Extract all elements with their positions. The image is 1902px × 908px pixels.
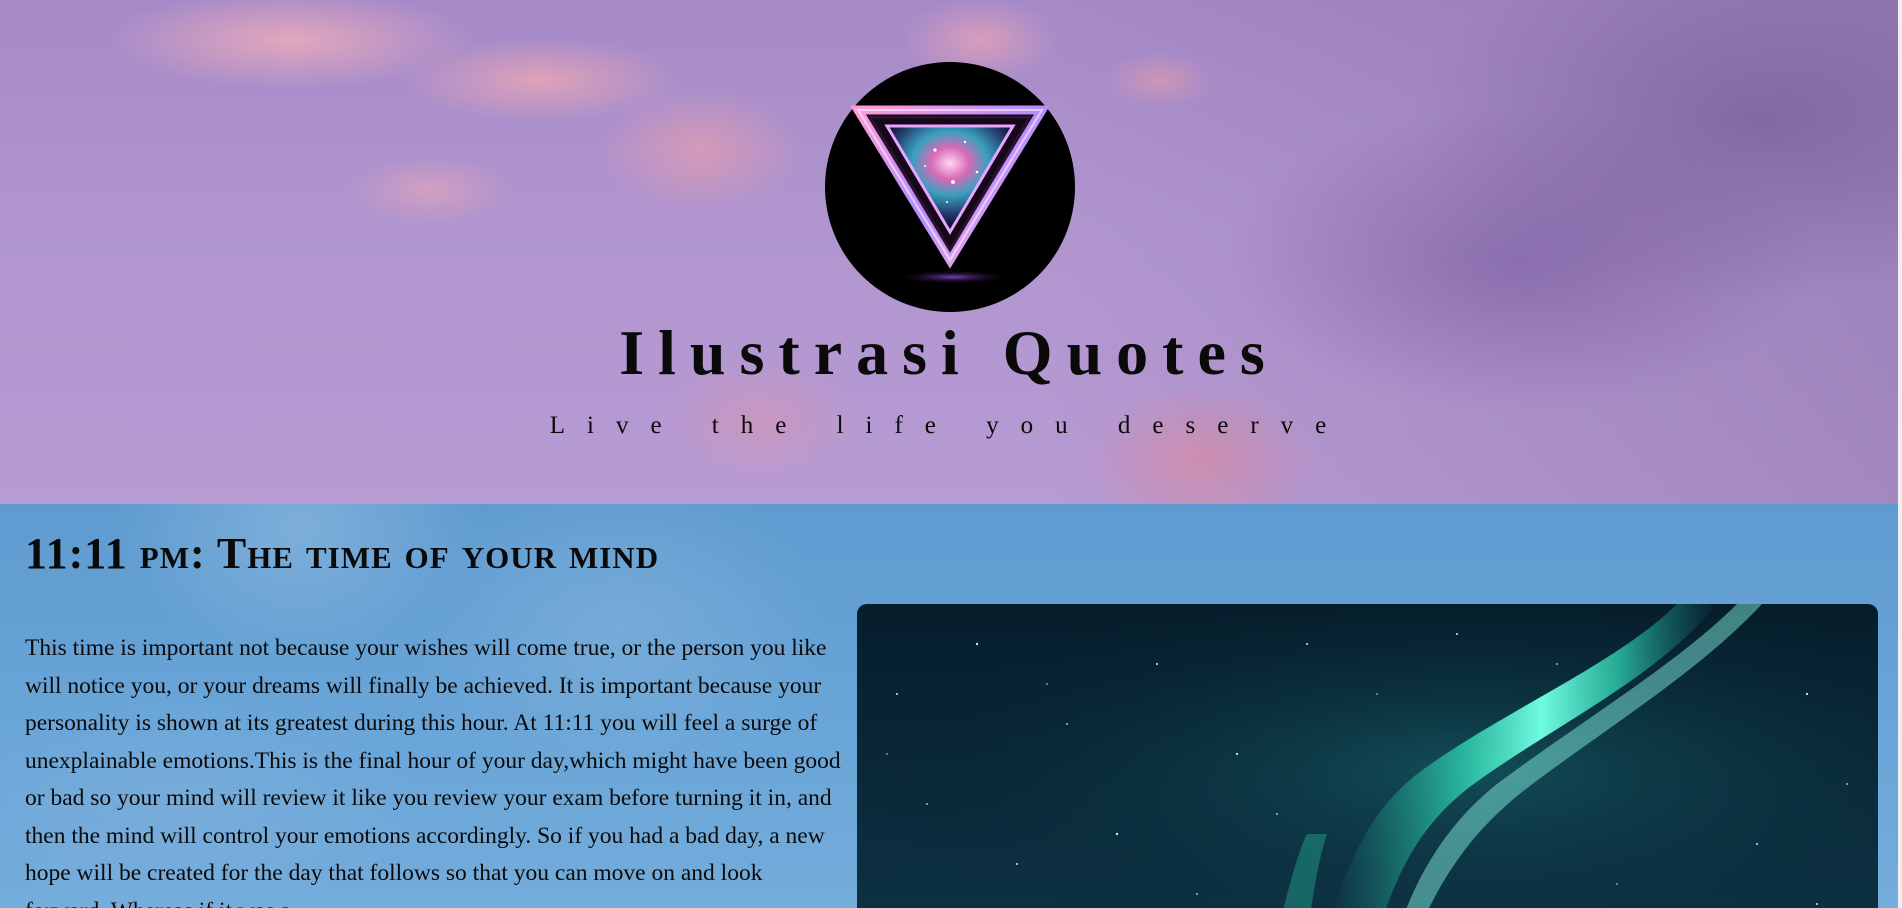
hero-header: Ilustrasi Quotes Live the life you deser… xyxy=(0,0,1898,504)
article-body: This time is important not because your … xyxy=(25,635,841,908)
article-section: 11:11 pm: The time of your mind This tim… xyxy=(0,504,1898,908)
article-title: 11:11 pm: The time of your mind xyxy=(25,529,660,578)
site-title: Ilustrasi Quotes xyxy=(619,317,1279,388)
scrollbar-track[interactable] xyxy=(1898,0,1902,908)
site-logo-icon xyxy=(825,62,1075,312)
aurora-image xyxy=(857,604,1878,908)
page: Ilustrasi Quotes Live the life you deser… xyxy=(0,0,1902,908)
site-tagline: Live the life you deserve xyxy=(549,412,1349,439)
